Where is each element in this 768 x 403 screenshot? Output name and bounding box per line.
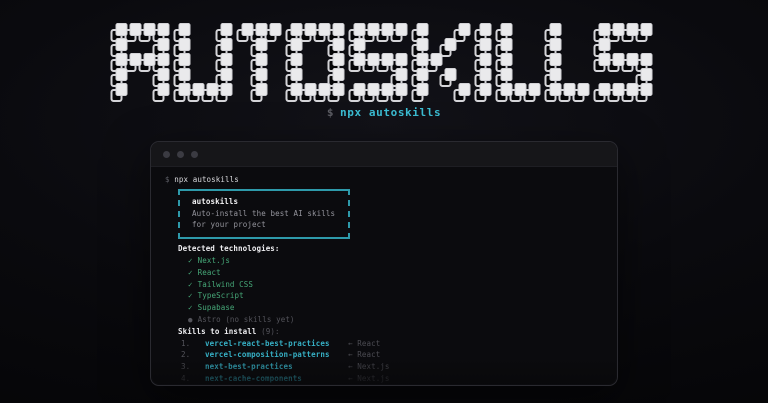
terminal-window: $ npx autoskills autoskills Auto-install… [150,141,618,386]
logo-letter-A [116,23,170,96]
skill-name: next-cache-components [205,373,348,385]
skill-list-item: 1.vercel-react-best-practices← React [178,338,603,350]
skills-heading-text: Skills to install [178,327,256,336]
skill-source: ← React [348,349,380,361]
skill-source: ← Next.js [348,361,390,373]
skills-to-install-heading: Skills to install (9): [178,326,603,338]
window-minimize-dot-icon[interactable] [177,151,184,158]
skills-to-install-list: 1.vercel-react-best-practices← React 2.v… [178,338,603,385]
tech-status-icon: ✓ [188,303,193,312]
terminal-content: $ npx autoskills autoskills Auto-install… [151,167,617,385]
window-close-dot-icon[interactable] [163,151,170,158]
logo-letter-S [354,23,408,96]
tech-list-item: ✓ Tailwind CSS [178,279,603,291]
logo-letter-L [501,23,541,96]
skill-name: next-best-practices [205,361,348,373]
logo-letter-O [291,23,345,96]
tech-list-item: ● Astro (no skills yet) [178,314,603,326]
banner-description-line2: for your project [192,219,336,231]
skill-name: vercel-react-best-practices [205,338,348,350]
skills-count: (9): [261,327,279,336]
detected-technologies-heading: Detected technologies: [178,243,603,255]
tech-list-item: ✓ TypeScript [178,290,603,302]
skill-source: ← Next.js [348,373,390,385]
tech-status-icon: ✓ [188,268,193,277]
tech-list-item: ✓ Next.js [178,255,603,267]
logo-letter-U [179,23,233,96]
skill-name: vercel-composition-patterns [205,349,348,361]
autoskills-pixel-logo [116,23,653,96]
banner-box: autoskills Auto-install the best AI skil… [178,189,350,239]
logo-letter-K [417,23,471,96]
logo-letter-L [550,23,590,96]
banner-title: autoskills [192,196,336,208]
tech-label: React [198,268,221,277]
window-maximize-dot-icon[interactable] [191,151,198,158]
tech-label: TypeScript [198,291,244,300]
tagline-command-text: npx autoskills [340,106,441,119]
command-text: npx autoskills [174,175,239,184]
prompt-symbol: $ [165,175,170,184]
tech-status-icon: ✓ [188,256,193,265]
tech-status-icon: ● [188,315,193,324]
skill-number: 2. [181,349,205,361]
tech-label: Supabase [198,303,235,312]
detected-technologies-list: ✓ Next.js ✓ React ✓ Tailwind CSS ✓ TypeScrip… [178,255,603,326]
cli-output: autoskills Auto-install the best AI skil… [178,189,603,385]
logo-letter-I [480,23,492,96]
tagline-prompt-symbol: $ [327,106,334,119]
skill-list-item: 4.next-cache-components← Next.js [178,373,603,385]
tech-list-item: ✓ Supabase [178,302,603,314]
tech-label: Tailwind CSS [198,280,253,289]
skill-number: 4. [181,373,205,385]
tech-label: Astro (no skills yet) [198,315,295,324]
skill-source: ← React [348,338,380,350]
tech-status-icon: ✓ [188,280,193,289]
logo-letter-T [242,23,282,96]
banner-description-line1: Auto-install the best AI skills [192,208,336,220]
skill-list-item: 2.vercel-composition-patterns← React [178,349,603,361]
tagline: $ npx autoskills [0,106,768,119]
skill-list-item: 3.next-best-practices← Next.js [178,361,603,373]
skill-number: 1. [181,338,205,350]
skill-number: 3. [181,361,205,373]
terminal-titlebar[interactable] [151,142,617,167]
tech-status-icon: ✓ [188,291,193,300]
command-line: $ npx autoskills [165,174,603,186]
page-background: $ npx autoskills $ npx autoskills autoski… [0,0,768,403]
tech-label: Next.js [198,256,230,265]
logo-letter-S [599,23,653,96]
tech-list-item: ✓ React [178,267,603,279]
